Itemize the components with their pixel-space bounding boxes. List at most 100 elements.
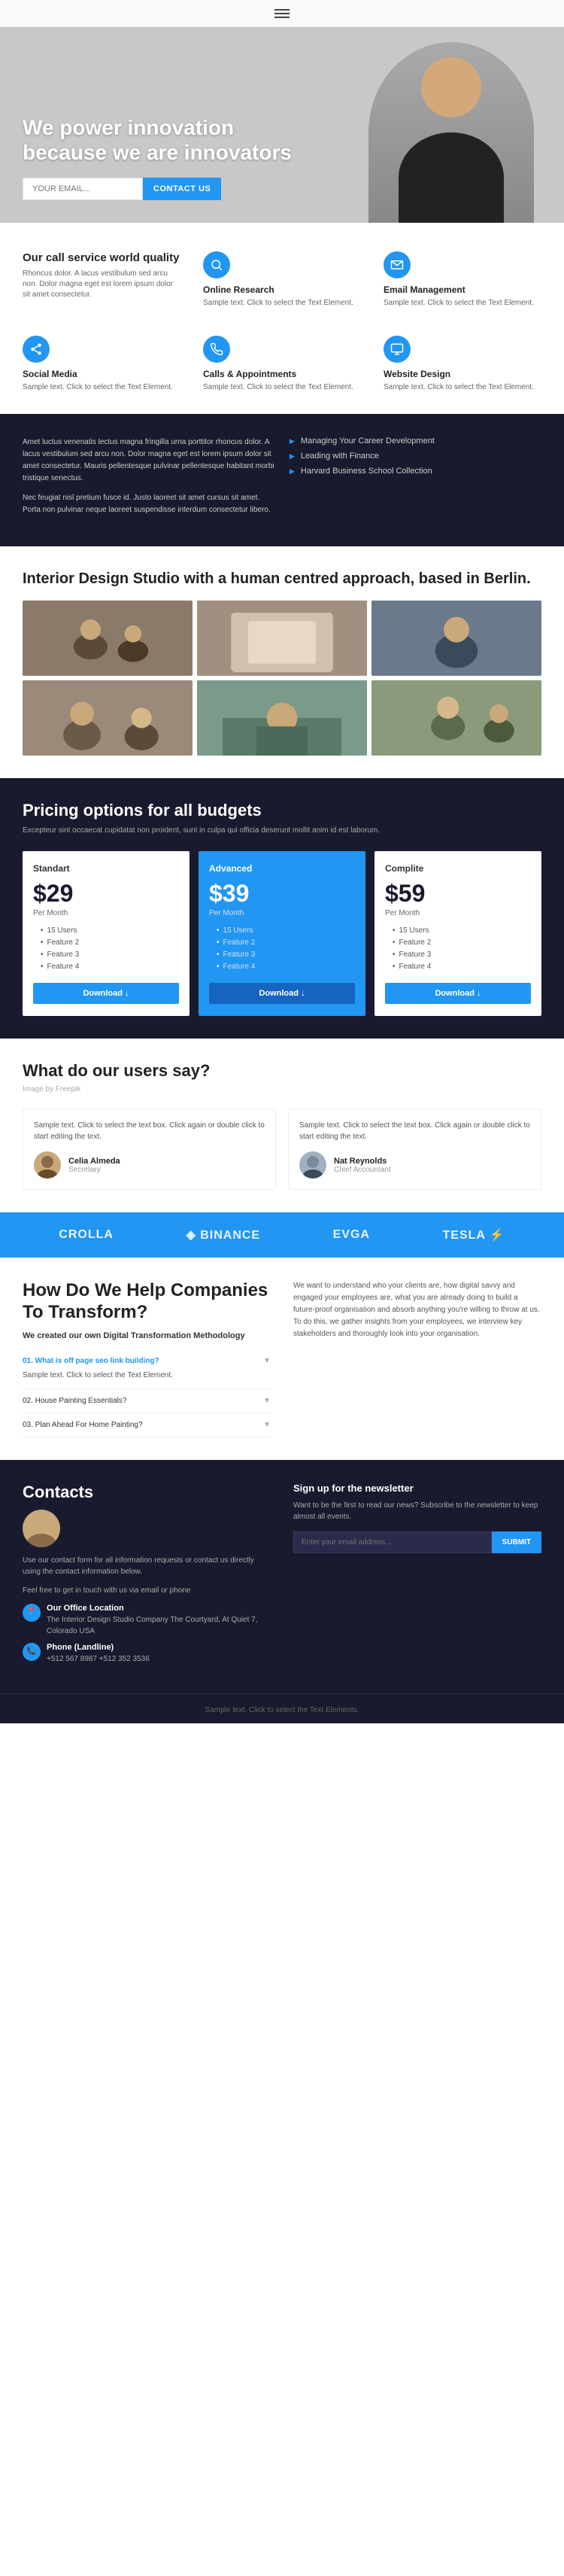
footer-section: Contacts Use our contact form for all in… [0,1460,564,1693]
hero-person-body [399,132,504,223]
website-design-icon [384,336,411,363]
footer-bottom: Sample text. Click to select the Text El… [0,1693,564,1723]
transform-title: How Do We Help Companies To Transform? [23,1280,271,1324]
hero-title: We power innovation because we are innov… [23,115,323,166]
testimonials-title: What do our users say? [23,1061,541,1081]
service-text-3: Sample text. Click to select the Text El… [203,382,361,393]
faq-question-0: 01. What is off page seo link building? [23,1357,159,1365]
testimonials-grid: Sample text. Click to select the text bo… [23,1109,541,1190]
pricing-feature-c-3: Feature 4 [385,963,531,971]
testimonial-card-0: Sample text. Click to select the text bo… [23,1109,276,1190]
pricing-card-advanced: Advanced $39 Per Month 15 Users Feature … [199,851,365,1016]
pricing-plan-advanced: Advanced [209,863,355,874]
pricing-feature-s-3: Feature 4 [33,963,179,971]
service-item-2: Social Media Sample text. Click to selec… [23,330,180,399]
footer-newsletter-submit[interactable]: SUBMIT [492,1531,541,1553]
service-title-1: Email Management [384,284,541,295]
pricing-download-advanced[interactable]: Download ↓ [209,983,355,1004]
service-title-3: Calls & Appointments [203,369,361,379]
pricing-feature-a-0: 15 Users [209,926,355,935]
faq-header-1: 02. House Painting Essentials? ▼ [23,1397,271,1405]
pricing-download-standart[interactable]: Download ↓ [33,983,179,1004]
footer-office-text: The Interior Design Studio Company The C… [47,1614,271,1637]
service-text-0: Sample text. Click to select the Text El… [203,298,361,309]
service-title-2: Social Media [23,369,180,379]
testimonial-avatar-0 [34,1151,61,1179]
pricing-feature-a-2: Feature 3 [209,950,355,959]
service-item-1: Email Management Sample text. Click to s… [384,245,541,315]
footer-newsletter-title: Sign up for the newsletter [293,1483,541,1494]
footer-grid: Contacts Use our contact form for all in… [23,1483,541,1671]
footer-newsletter-text: Want to be the first to read our news? S… [293,1500,541,1522]
service-item-4: Website Design Sample text. Click to sel… [384,330,541,399]
service-title-0: Online Research [203,284,361,295]
footer-office-info: Our Office Location The Interior Design … [47,1604,271,1637]
transform-section: How Do We Help Companies To Transform? W… [0,1258,564,1460]
testimonial-role-1: Chief Accountant [334,1166,391,1174]
testimonial-name-1: Nat Reynolds [334,1157,391,1166]
phone-icon: 📞 [23,1643,41,1661]
studio-image-4 [23,680,193,756]
footer-phone-label: Phone (Landline) [47,1643,150,1652]
faq-item-0[interactable]: 01. What is off page seo link building? … [23,1349,271,1389]
hero-cta-button[interactable]: CONTACT US [143,178,221,200]
studio-image-3 [371,601,541,676]
hamburger-menu[interactable] [274,9,290,18]
footer-contacts-col: Contacts Use our contact form for all in… [23,1483,271,1671]
service-item-3: Calls & Appointments Sample text. Click … [203,330,361,399]
brand-crolla: CROLLA [59,1228,114,1242]
studio-images [23,601,541,756]
studio-image-5 [197,680,367,756]
faq-question-1: 02. House Painting Essentials? [23,1397,126,1405]
service-title-4: Website Design [384,369,541,379]
studio-title: Interior Design Studio with a human cent… [23,569,541,588]
pricing-period-standart: Per Month [33,909,179,917]
footer-phone-row: 📞 Phone (Landline) +512 567 8987 +512 35… [23,1643,271,1665]
hero-person-face [421,57,481,117]
footer-newsletter-input[interactable] [293,1531,492,1553]
footer-feel-free: Feel free to get in touch with us via em… [23,1585,271,1596]
pricing-cards: Standart $29 Per Month 15 Users Feature … [23,851,541,1016]
transform-right: We want to understand who your clients a… [293,1280,541,1437]
service-first-title: Our call service world quality [23,251,180,264]
studio-section: Interior Design Studio with a human cent… [0,546,564,778]
pricing-section: Pricing options for all budgets Excepteu… [0,778,564,1039]
dark-list-item-1: Leading with Finance [290,452,541,461]
footer-office-label: Our Office Location [47,1604,271,1613]
faq-item-2[interactable]: 03. Plan Ahead For Home Painting? ▼ [23,1413,271,1437]
location-icon: 📍 [23,1604,41,1622]
footer-description: Use our contact form for all information… [23,1555,271,1577]
testimonial-name-0: Celia Almeda [68,1157,120,1166]
pricing-period-advanced: Per Month [209,909,355,917]
pricing-download-complite[interactable]: Download ↓ [385,983,531,1004]
pricing-plan-complite: Complite [385,863,531,874]
transform-grid: How Do We Help Companies To Transform? W… [23,1280,541,1437]
transform-subtitle: We created our own Digital Transformatio… [23,1331,271,1340]
pricing-feature-s-1: Feature 2 [33,938,179,947]
hero-form: CONTACT US [23,178,323,200]
footer-phone-info: Phone (Landline) +512 567 8987 +512 352 … [47,1643,150,1665]
faq-item-1[interactable]: 02. House Painting Essentials? ▼ [23,1389,271,1413]
pricing-feature-s-2: Feature 3 [33,950,179,959]
pricing-title: Pricing options for all budgets [23,801,541,820]
faq-arrow-1: ▼ [263,1397,271,1405]
pricing-period-complite: Per Month [385,909,531,917]
pricing-card-complite: Complite $59 Per Month 15 Users Feature … [374,851,541,1016]
transform-left: How Do We Help Companies To Transform? W… [23,1280,271,1437]
hero-content: We power innovation because we are innov… [23,115,323,200]
testimonial-person-0: Celia Almeda Secretary [34,1151,265,1179]
hero-section: We power innovation because we are innov… [0,27,564,223]
pricing-features-standart: 15 Users Feature 2 Feature 3 Feature 4 [33,926,179,971]
footer-bottom-text: Sample text. Click to select the Text El… [205,1706,359,1714]
social-media-icon [23,336,50,363]
hero-email-input[interactable] [23,178,143,200]
dark-section: Amet luctus venenatis lectus magna fring… [0,414,564,546]
pricing-plan-standart: Standart [33,863,179,874]
pricing-card-standart: Standart $29 Per Month 15 Users Feature … [23,851,190,1016]
testimonial-text-1: Sample text. Click to select the text bo… [299,1120,530,1142]
footer-phone-numbers: +512 567 8987 +512 352 3536 [47,1653,150,1665]
testimonial-card-1: Sample text. Click to select the text bo… [288,1109,541,1190]
testimonial-text-0: Sample text. Click to select the text bo… [34,1120,265,1142]
email-management-icon [384,251,411,278]
footer-avatar [23,1510,60,1547]
